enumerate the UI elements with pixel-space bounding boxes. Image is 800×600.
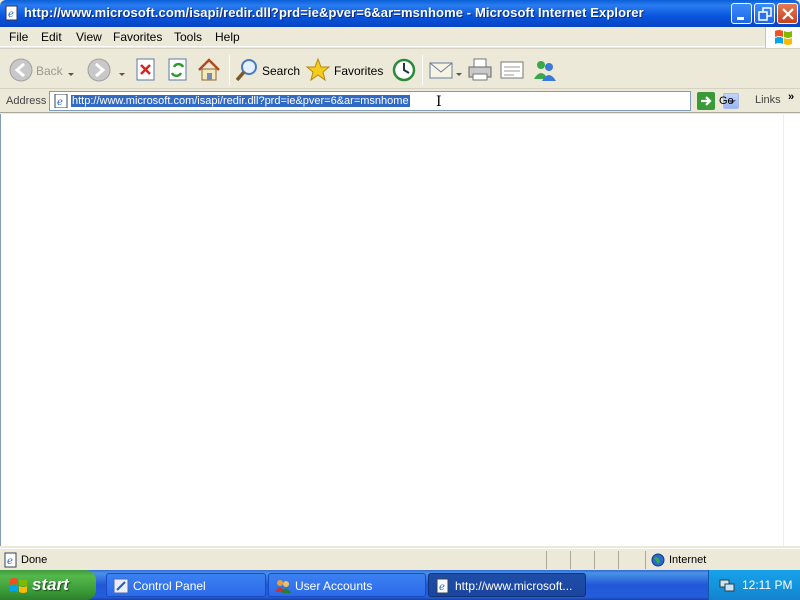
system-tray: 12:11 PM — [708, 570, 800, 600]
user-accounts-icon — [275, 580, 291, 593]
print-button[interactable] — [467, 54, 495, 86]
home-button[interactable] — [196, 54, 224, 86]
start-button[interactable]: start — [0, 570, 96, 600]
ie-page-icon: e — [54, 94, 68, 108]
stop-icon — [136, 58, 155, 81]
task-control-panel[interactable]: Control Panel — [106, 573, 266, 597]
stop-button[interactable] — [134, 54, 160, 86]
address-label: Address — [6, 95, 47, 107]
star-icon — [305, 57, 331, 82]
task-label: http://www.microsoft... — [455, 579, 573, 593]
minimize-icon — [737, 17, 744, 20]
address-bar: Address e http://www.microsoft.com/isapi… — [0, 90, 800, 113]
window-title: http://www.microsoft.com/isapi/redir.dll… — [24, 5, 644, 20]
menu-bar: File Edit View Favorites Tools Help — [0, 27, 800, 47]
globe-icon — [651, 553, 665, 567]
go-button[interactable]: Go — [696, 92, 742, 110]
mail-button[interactable] — [428, 54, 464, 86]
taskbar: start Control Panel User Accounts e http… — [0, 570, 800, 600]
svg-text:e: e — [57, 97, 63, 108]
links-label[interactable]: Links — [755, 94, 781, 106]
toolbar-separator — [422, 55, 423, 85]
close-button[interactable] — [777, 3, 798, 24]
edit-icon — [500, 61, 524, 79]
clock[interactable]: 12:11 PM — [742, 578, 792, 592]
svg-text:e: e — [8, 9, 14, 20]
security-zone: Internet — [669, 554, 707, 566]
control-panel-icon — [113, 578, 129, 594]
printer-icon — [468, 58, 492, 81]
minimize-button[interactable] — [731, 3, 752, 24]
edit-button[interactable] — [499, 54, 527, 86]
favorites-button[interactable]: Favorites — [305, 54, 385, 86]
close-icon — [782, 8, 794, 20]
links-chevron-icon[interactable]: » — [788, 91, 794, 103]
status-bar: e Done Internet — [0, 548, 800, 570]
windows-flag-icon — [775, 30, 792, 45]
windows-logo — [765, 27, 800, 48]
menu-file[interactable]: File — [9, 30, 28, 44]
status-divider — [546, 551, 547, 569]
go-arrow-icon — [697, 92, 715, 110]
mail-dropdown-icon[interactable] — [456, 73, 462, 76]
ie-page-icon: e — [5, 5, 18, 21]
toolbar-separator — [229, 55, 230, 85]
task-label: User Accounts — [295, 579, 373, 593]
forward-arrow-icon — [87, 58, 111, 82]
address-input[interactable]: e http://www.microsoft.com/isapi/redir.d… — [49, 91, 739, 111]
history-button[interactable] — [390, 54, 418, 86]
menu-edit[interactable]: Edit — [41, 30, 62, 44]
svg-text:e: e — [439, 582, 445, 593]
address-url[interactable]: http://www.microsoft.com/isapi/redir.dll… — [71, 95, 410, 107]
network-icon[interactable] — [719, 577, 735, 593]
menu-help[interactable]: Help — [215, 30, 240, 44]
status-divider — [570, 551, 571, 569]
refresh-button[interactable] — [166, 54, 192, 86]
go-label: Go — [719, 95, 734, 107]
back-button[interactable]: Back — [6, 54, 76, 86]
text-cursor-icon: I — [436, 94, 442, 110]
title-bar[interactable]: e http://www.microsoft.com/isapi/redir.d… — [0, 0, 800, 27]
favorites-label: Favorites — [334, 64, 384, 78]
windows-flag-icon — [10, 578, 27, 593]
status-text: Done — [21, 554, 48, 566]
status-divider — [618, 551, 619, 569]
maximize-button[interactable] — [754, 3, 775, 24]
ie-page-icon: e — [436, 578, 449, 594]
messenger-icon — [534, 61, 556, 81]
ie-page-icon: e — [4, 552, 17, 568]
menu-view[interactable]: View — [76, 30, 102, 44]
status-divider — [594, 551, 595, 569]
search-label: Search — [262, 64, 301, 78]
page-content[interactable] — [0, 114, 783, 546]
task-internet-explorer[interactable]: e http://www.microsoft... — [428, 573, 586, 597]
forward-dropdown-icon[interactable] — [119, 73, 125, 76]
back-dropdown-icon[interactable] — [68, 73, 74, 76]
standard-toolbar: Back Search Favorites — [0, 48, 800, 89]
vertical-scrollbar[interactable] — [783, 114, 800, 546]
start-label: start — [32, 575, 69, 594]
forward-button[interactable] — [84, 54, 128, 86]
back-arrow-icon — [9, 58, 33, 82]
status-divider — [645, 551, 646, 569]
svg-text:e: e — [7, 556, 13, 567]
task-label: Control Panel — [133, 579, 206, 593]
magnifier-icon — [235, 59, 257, 82]
refresh-icon — [168, 58, 187, 81]
menu-tools[interactable]: Tools — [174, 30, 202, 44]
search-button[interactable]: Search — [234, 54, 300, 86]
home-icon — [198, 58, 220, 81]
task-user-accounts[interactable]: User Accounts — [268, 573, 426, 597]
history-icon — [392, 58, 416, 82]
menu-favorites[interactable]: Favorites — [113, 30, 162, 44]
mail-icon — [429, 62, 453, 79]
restore-icon — [758, 7, 772, 21]
back-label: Back — [36, 64, 63, 78]
messenger-button[interactable] — [532, 54, 560, 86]
